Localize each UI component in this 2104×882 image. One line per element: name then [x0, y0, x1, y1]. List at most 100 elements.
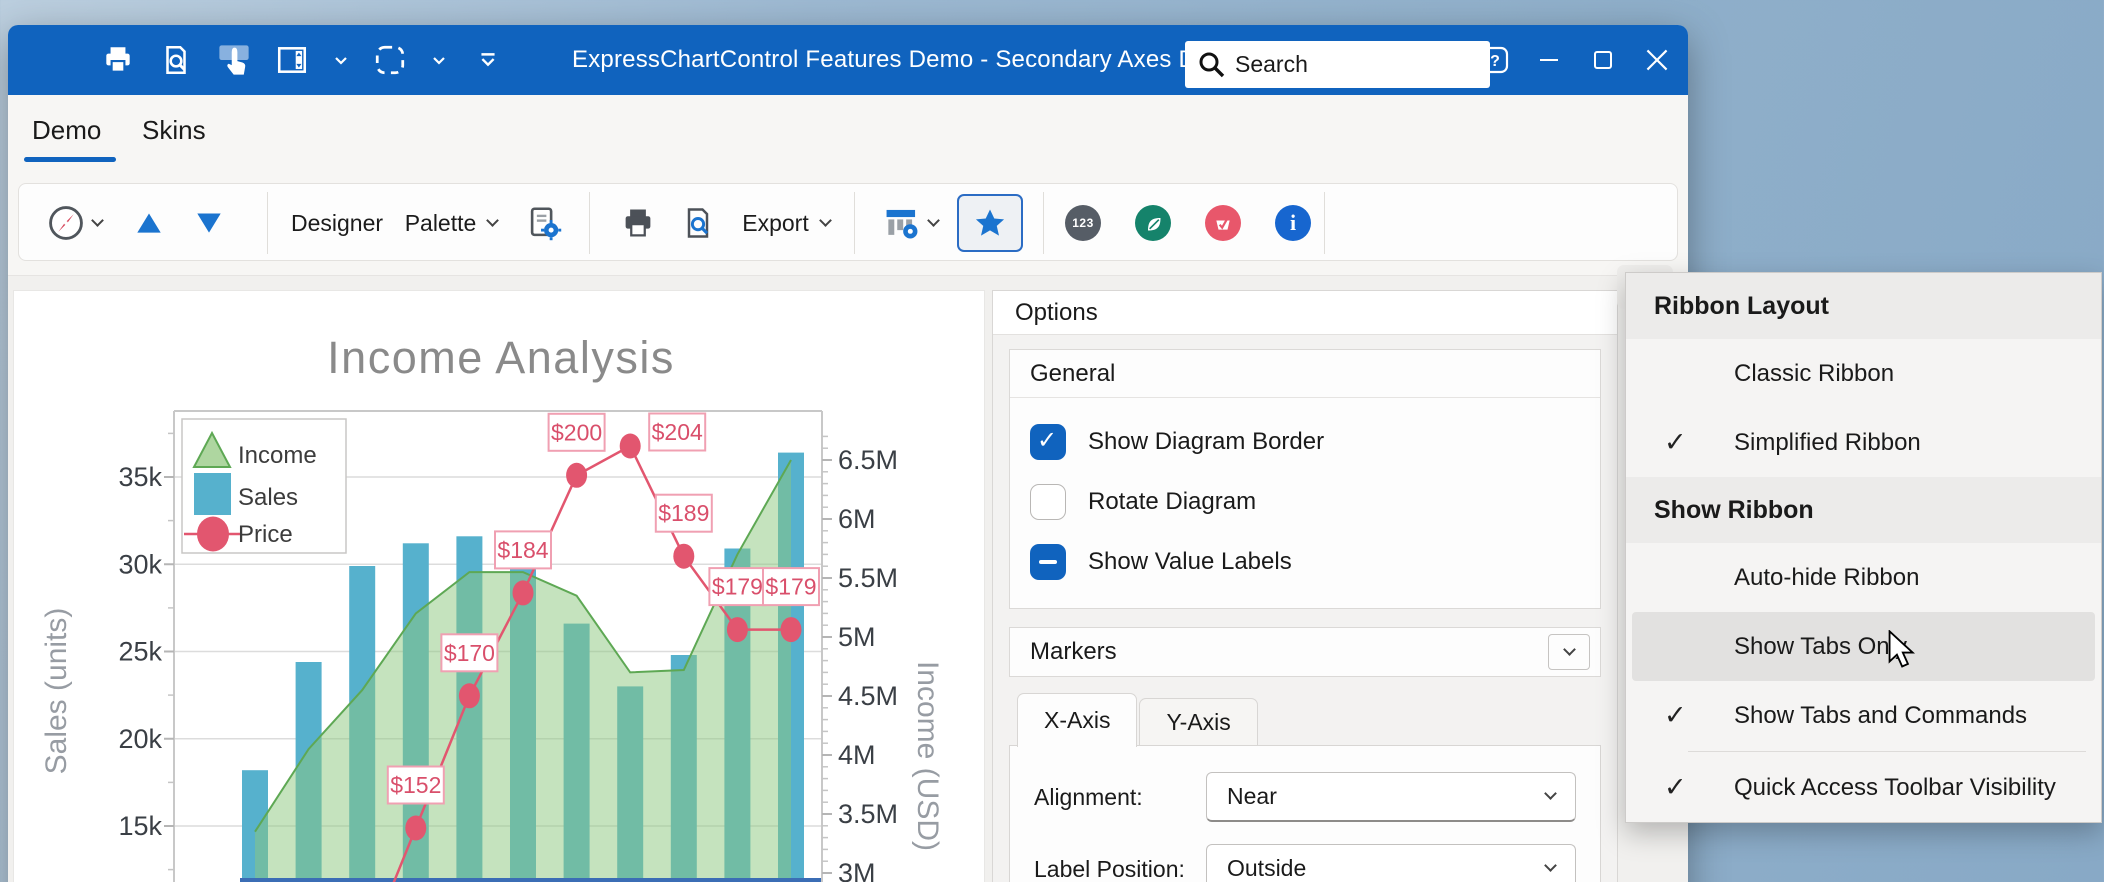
axis-tabs: X-AxisY-Axis — [1009, 691, 1601, 745]
chart-title: Income Analysis — [327, 332, 675, 383]
price-value-label: $204 — [652, 419, 703, 445]
print-preview-icon[interactable] — [154, 37, 198, 83]
close-icon[interactable] — [1634, 37, 1680, 83]
divider — [1324, 192, 1325, 254]
checkbox-show-value-labels[interactable] — [1030, 544, 1066, 580]
tab-demo[interactable]: Demo — [32, 115, 101, 146]
search-box[interactable] — [1185, 41, 1490, 88]
menu-item-label: Show Tabs Only — [1734, 633, 1907, 661]
touch-mode-icon[interactable] — [212, 37, 256, 83]
designer-button[interactable]: Designer — [287, 184, 387, 262]
price-marker[interactable] — [727, 617, 748, 642]
minimize-icon[interactable] — [1526, 37, 1572, 83]
active-tab-underline — [24, 157, 116, 162]
checkbox-rotate-diagram[interactable] — [1030, 484, 1066, 520]
checkmark-icon: ✓ — [1664, 772, 1687, 803]
x-axis-scrollbar[interactable] — [240, 878, 821, 882]
quick-access-toolbar — [96, 37, 510, 83]
page-scrollbar-icon[interactable] — [270, 37, 314, 83]
menu-item-show-tabs-and-commands[interactable]: ✓ Show Tabs and Commands — [1626, 681, 2101, 750]
down-triangle-button[interactable] — [179, 184, 239, 262]
print-button[interactable] — [611, 184, 665, 262]
left-axis-tick: 30k — [118, 549, 162, 579]
price-marker[interactable] — [513, 580, 534, 605]
checkbox-row-rotate-diagram: Rotate Diagram — [1030, 472, 1600, 532]
menu-item-label: Simplified Ribbon — [1734, 429, 1921, 457]
right-axis-tick: 4.5M — [838, 681, 898, 711]
chevron-down-icon[interactable] — [328, 37, 354, 83]
leaf-badge-icon[interactable] — [1135, 205, 1171, 241]
chevron-down-icon — [819, 214, 832, 227]
chart-settings-icon — [883, 204, 921, 242]
favorite-toggle-button[interactable] — [957, 194, 1023, 252]
price-marker[interactable] — [566, 463, 587, 488]
more-commands-icon[interactable] — [466, 37, 510, 83]
checkbox-label: Show Diagram Border — [1088, 428, 1324, 456]
checkbox-show-diagram-border[interactable] — [1030, 424, 1066, 460]
search-input[interactable] — [1235, 51, 1465, 78]
checkmark-icon: ✓ — [1664, 700, 1687, 731]
price-marker[interactable] — [459, 683, 480, 708]
left-axis-title: Sales (units) — [40, 608, 73, 775]
checkbox-label: Rotate Diagram — [1088, 488, 1256, 516]
chevron-down-icon — [927, 214, 940, 227]
markers-header[interactable]: Markers — [1009, 627, 1601, 677]
menu-item-classic-ribbon[interactable]: Classic Ribbon — [1626, 339, 2101, 408]
price-marker[interactable] — [781, 617, 802, 642]
combo-label-position[interactable]: Outside — [1206, 844, 1576, 882]
checkbox-row-show-diagram-border: Show Diagram Border — [1030, 412, 1600, 472]
price-marker[interactable] — [620, 434, 641, 459]
report-settings-button[interactable] — [517, 184, 571, 262]
selection-frame-icon[interactable] — [368, 37, 412, 83]
designer-label: Designer — [291, 210, 383, 237]
maximize-icon[interactable] — [1580, 37, 1626, 83]
up-triangle-button[interactable] — [119, 184, 179, 262]
general-groupbox: General Show Diagram BorderRotate Diagra… — [1009, 349, 1601, 609]
menu-item-label: Show Tabs and Commands — [1734, 702, 2027, 730]
menu-item-auto-hide-ribbon[interactable]: Auto-hide Ribbon — [1626, 543, 2101, 612]
right-axis-tick: 6M — [838, 504, 876, 534]
info-badge-icon[interactable]: i — [1275, 205, 1311, 241]
right-axis-tick: 5M — [838, 622, 876, 652]
legend-entry-income: Income — [238, 442, 317, 469]
price-marker[interactable] — [673, 544, 694, 569]
price-value-label: $179 — [712, 574, 763, 600]
combo-alignment[interactable]: Near — [1206, 772, 1576, 822]
mouse-cursor — [1886, 630, 1922, 672]
right-axis-tick: 6.5M — [838, 445, 898, 475]
menu-item-quick-access-toolbar-visibility[interactable]: ✓Quick Access Toolbar Visibility — [1626, 753, 2101, 822]
export-dropdown-button[interactable]: Export — [731, 184, 841, 262]
legend-sales-square-icon — [194, 473, 231, 515]
menu-item-show-tabs-only[interactable]: Show Tabs Only — [1632, 612, 2095, 681]
divider — [854, 192, 855, 254]
markers-collapse-button[interactable] — [1548, 634, 1590, 670]
print-preview-button[interactable] — [671, 184, 725, 262]
print-icon — [620, 205, 656, 241]
income-analysis-chart[interactable]: Income Analysis35k30k25k20k15k6.5M6M5.5M… — [14, 291, 984, 882]
menu-section-header-show-ribbon: Show Ribbon — [1626, 477, 2101, 543]
tab-y-axis[interactable]: Y-Axis — [1139, 698, 1257, 745]
star-icon — [972, 205, 1008, 241]
document-tabs: Demo Skins — [8, 95, 1688, 183]
tab-skins[interactable]: Skins — [142, 115, 206, 146]
chevron-down-icon[interactable] — [426, 37, 452, 83]
count-badge-icon[interactable]: 123 — [1065, 205, 1101, 241]
tab-x-axis[interactable]: X-Axis — [1017, 693, 1137, 747]
options-panel: Options General Show Diagram BorderRotat… — [992, 290, 1618, 882]
help-icon[interactable]: ? — [1472, 37, 1518, 83]
print-icon[interactable] — [96, 37, 140, 83]
info-badge-text: i — [1290, 210, 1296, 236]
count-badge-text: 123 — [1072, 216, 1094, 230]
price-value-label: $170 — [444, 640, 495, 666]
menu-item-simplified-ribbon[interactable]: ✓Simplified Ribbon — [1626, 408, 2101, 477]
app-window: ExpressChartControl Features Demo - Seco… — [8, 25, 1688, 882]
chevron-down-icon — [486, 214, 499, 227]
compass-dropdown-button[interactable] — [35, 184, 113, 262]
svg-text:?: ? — [1490, 53, 1500, 70]
palette-dropdown-button[interactable]: Palette — [391, 184, 511, 262]
price-marker[interactable] — [405, 816, 426, 841]
report-settings-icon — [525, 204, 563, 242]
basket-badge-icon[interactable] — [1205, 205, 1241, 241]
window-controls: ? — [1472, 37, 1680, 83]
chart-settings-dropdown-button[interactable] — [871, 184, 949, 262]
